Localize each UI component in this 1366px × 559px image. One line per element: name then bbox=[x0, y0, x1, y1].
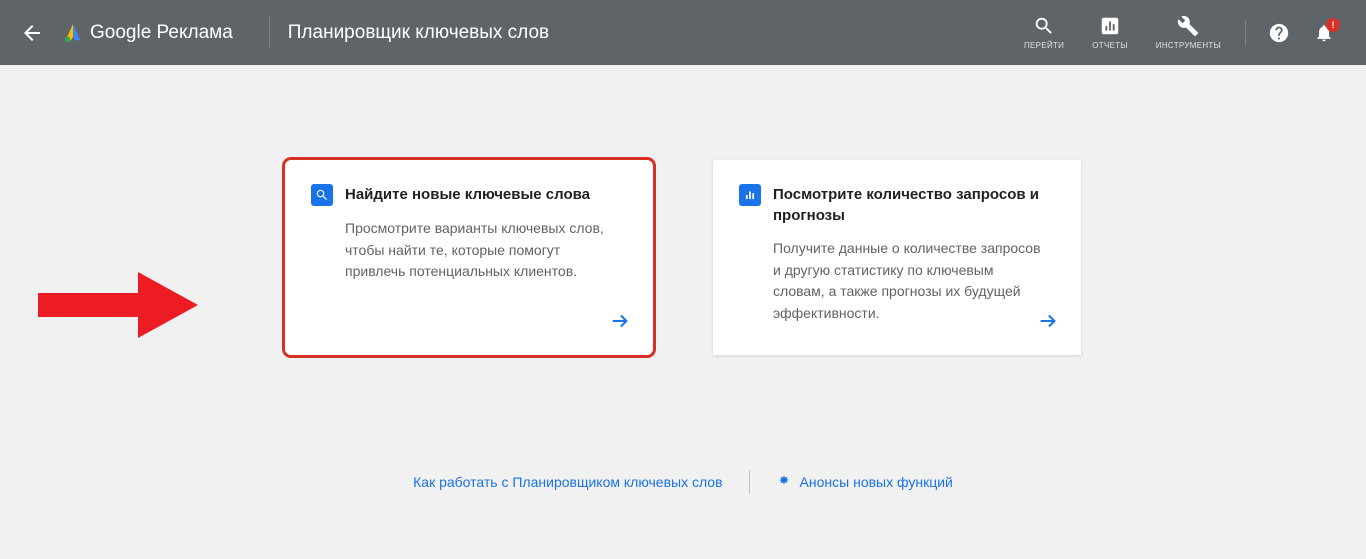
card-row: Найдите новые ключевые слова Просмотрите… bbox=[0, 160, 1366, 355]
tools-icon bbox=[1177, 15, 1199, 37]
chart-card-icon bbox=[739, 184, 761, 206]
page-title: Планировщик ключевых слов bbox=[288, 22, 549, 44]
footer-links: Как работать с Планировщиком ключевых сл… bbox=[0, 471, 1366, 493]
reports-action[interactable]: ОТЧЕТЫ bbox=[1092, 15, 1128, 50]
card-forward-arrow[interactable] bbox=[609, 310, 631, 337]
reports-icon bbox=[1099, 15, 1121, 37]
tools-action[interactable]: ИНСТРУМЕНТЫ bbox=[1156, 15, 1221, 50]
search-label: ПЕРЕЙТИ bbox=[1024, 41, 1064, 50]
header-bar: Google Реклама Планировщик ключевых слов… bbox=[0, 0, 1366, 65]
notification-badge: ! bbox=[1326, 18, 1340, 32]
content-area: Найдите новые ключевые слова Просмотрите… bbox=[0, 65, 1366, 493]
card-title: Найдите новые ключевые слова bbox=[345, 184, 590, 205]
card-forward-arrow[interactable] bbox=[1037, 310, 1059, 337]
card-header: Найдите новые ключевые слова bbox=[311, 184, 627, 206]
google-ads-logo-icon bbox=[62, 22, 84, 44]
card-body: Просмотрите варианты ключевых слов, чтоб… bbox=[311, 218, 627, 283]
announcements-link[interactable]: Анонсы новых функций bbox=[776, 474, 953, 490]
google-ads-logo[interactable]: Google Реклама bbox=[62, 22, 233, 44]
logo-text: Google Реклама bbox=[90, 22, 233, 44]
card-body: Получите данные о количестве запросов и … bbox=[739, 238, 1055, 325]
footer-divider bbox=[749, 471, 750, 493]
how-to-link[interactable]: Как работать с Планировщиком ключевых сл… bbox=[413, 474, 722, 490]
header-actions: ПЕРЕЙТИ ОТЧЕТЫ ИНСТРУМЕНТЫ ! bbox=[1010, 15, 1346, 50]
reports-label: ОТЧЕТЫ bbox=[1092, 41, 1128, 50]
back-arrow-icon[interactable] bbox=[20, 21, 44, 45]
notifications-button[interactable]: ! bbox=[1314, 23, 1334, 43]
star-burst-icon bbox=[776, 474, 792, 490]
search-action[interactable]: ПЕРЕЙТИ bbox=[1024, 15, 1064, 50]
header-divider bbox=[269, 17, 270, 49]
find-keywords-card[interactable]: Найдите новые ключевые слова Просмотрите… bbox=[285, 160, 653, 355]
card-header: Посмотрите количество запросов и прогноз… bbox=[739, 184, 1055, 226]
search-icon bbox=[1033, 15, 1055, 37]
actions-divider bbox=[1245, 20, 1246, 46]
help-icon[interactable] bbox=[1268, 22, 1290, 44]
search-card-icon bbox=[311, 184, 333, 206]
tools-label: ИНСТРУМЕНТЫ bbox=[1156, 41, 1221, 50]
annotation-arrow bbox=[38, 272, 198, 343]
forecast-card[interactable]: Посмотрите количество запросов и прогноз… bbox=[713, 160, 1081, 355]
card-title: Посмотрите количество запросов и прогноз… bbox=[773, 184, 1055, 226]
announcements-text: Анонсы новых функций bbox=[800, 474, 953, 490]
